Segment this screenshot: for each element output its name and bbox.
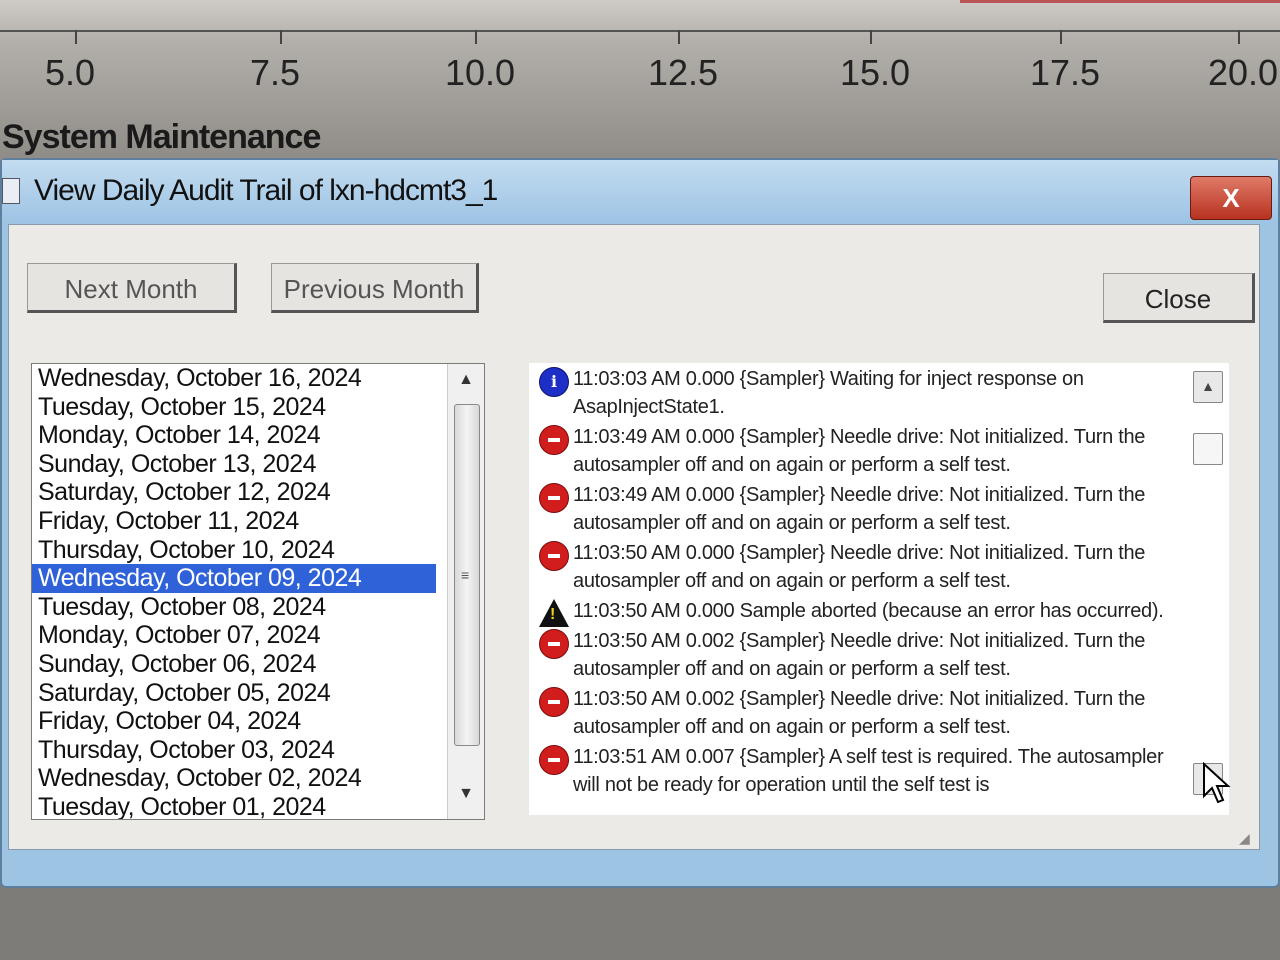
log-entry-text: 11:03:50 AM 0.000 Sample aborted (becaus… bbox=[573, 600, 1164, 622]
axis-tick-label: 20.0 bbox=[1208, 52, 1279, 93]
next-month-button[interactable]: Next Month bbox=[27, 263, 237, 313]
previous-month-button[interactable]: Previous Month bbox=[271, 263, 479, 313]
x-axis bbox=[0, 30, 1280, 32]
log-entry[interactable]: i 11:03:03 AM 0.000 {Sampler} Waiting for… bbox=[529, 365, 1229, 421]
date-list-scrollbar[interactable]: ▲ ≡ ▼ bbox=[447, 364, 484, 819]
axis-tick-label: 17.5 bbox=[1030, 52, 1101, 93]
window-close-button[interactable]: X bbox=[1190, 176, 1272, 220]
log-entry-text: 11:03:50 AM 0.002 {Sampler} Needle drive… bbox=[573, 688, 1146, 738]
log-entry[interactable]: 11:03:50 AM 0.000 {Sampler} Needle drive… bbox=[529, 539, 1229, 595]
log-entry[interactable]: 11:03:50 AM 0.002 {Sampler} Needle drive… bbox=[529, 685, 1229, 741]
date-item[interactable]: Thursday, October 10, 2024 bbox=[32, 536, 436, 565]
log-entry[interactable]: 11:03:49 AM 0.000 {Sampler} Needle drive… bbox=[529, 423, 1229, 479]
audit-trail-dialog: View Daily Audit Trail of lxn-hdcmt3_1 X… bbox=[0, 158, 1280, 888]
log-entry-text: 11:03:49 AM 0.000 {Sampler} Needle drive… bbox=[573, 426, 1146, 476]
date-item[interactable]: Friday, October 04, 2024 bbox=[32, 707, 436, 736]
date-list[interactable]: Wednesday, October 16, 2024 Tuesday, Octo… bbox=[31, 363, 485, 820]
chart-signal-line bbox=[960, 0, 1280, 3]
dialog-body: Next Month Previous Month Close Wednesda… bbox=[8, 224, 1260, 850]
log-entry-text: 11:03:50 AM 0.000 {Sampler} Needle drive… bbox=[573, 542, 1146, 592]
scroll-up-arrow-icon[interactable]: ▲ bbox=[448, 366, 484, 394]
date-item[interactable]: Tuesday, October 01, 2024 bbox=[32, 793, 436, 819]
date-item[interactable]: Tuesday, October 15, 2024 bbox=[32, 393, 436, 422]
scroll-thumb[interactable]: ≡ bbox=[454, 404, 480, 746]
log-scrollbar[interactable]: ▲ ▼ bbox=[1191, 363, 1225, 815]
error-icon bbox=[539, 745, 569, 775]
log-scroll-up-icon[interactable]: ▲ bbox=[1193, 371, 1223, 403]
axis-tick bbox=[280, 30, 282, 44]
axis-tick-label: 7.5 bbox=[250, 52, 301, 93]
log-entry[interactable]: 11:03:50 AM 0.002 {Sampler} Needle drive… bbox=[529, 627, 1229, 683]
log-entry[interactable]: ! 11:03:50 AM 0.000 Sample aborted (becau… bbox=[529, 597, 1229, 627]
title-bar[interactable]: View Daily Audit Trail of lxn-hdcmt3_1 X bbox=[2, 160, 1278, 222]
error-icon bbox=[539, 483, 569, 513]
error-icon bbox=[539, 541, 569, 571]
date-item-selected[interactable]: Wednesday, October 09, 2024 bbox=[32, 564, 436, 593]
log-scroll-thumb[interactable] bbox=[1193, 433, 1223, 465]
warning-icon: ! bbox=[539, 599, 569, 627]
date-item[interactable]: Wednesday, October 16, 2024 bbox=[32, 364, 436, 393]
log-entry[interactable]: 11:03:49 AM 0.000 {Sampler} Needle drive… bbox=[529, 481, 1229, 537]
mouse-cursor-icon bbox=[1203, 762, 1231, 804]
axis-tick-label: 5.0 bbox=[45, 52, 96, 93]
date-item[interactable]: Thursday, October 03, 2024 bbox=[32, 736, 436, 765]
window-icon bbox=[2, 178, 20, 204]
log-entry-text: 11:03:50 AM 0.002 {Sampler} Needle drive… bbox=[573, 630, 1146, 680]
error-icon bbox=[539, 629, 569, 659]
scroll-down-arrow-icon[interactable]: ▼ bbox=[448, 780, 484, 808]
date-item[interactable]: Tuesday, October 08, 2024 bbox=[32, 593, 436, 622]
axis-tick-label: 12.5 bbox=[648, 52, 719, 93]
close-button[interactable]: Close bbox=[1103, 273, 1255, 323]
axis-tick bbox=[678, 30, 680, 44]
audit-log-list[interactable]: i 11:03:03 AM 0.000 {Sampler} Waiting for… bbox=[529, 363, 1229, 815]
axis-tick bbox=[75, 30, 77, 44]
axis-tick-label: 15.0 bbox=[840, 52, 911, 93]
grip-icon: ≡ bbox=[461, 567, 470, 583]
date-item[interactable]: Friday, October 11, 2024 bbox=[32, 507, 436, 536]
error-icon bbox=[539, 425, 569, 455]
resize-grip-icon[interactable]: ◢ bbox=[1239, 829, 1257, 847]
date-item[interactable]: Wednesday, October 02, 2024 bbox=[32, 764, 436, 793]
log-entry-text: 11:03:49 AM 0.000 {Sampler} Needle drive… bbox=[573, 484, 1146, 534]
log-entry-text: 11:03:51 AM 0.007 {Sampler} A self test … bbox=[573, 746, 1164, 796]
date-item[interactable]: Saturday, October 05, 2024 bbox=[32, 679, 436, 708]
info-icon: i bbox=[539, 367, 569, 397]
log-entry-text: 11:03:03 AM 0.000 {Sampler} Waiting for … bbox=[573, 368, 1084, 418]
log-entry[interactable]: 11:03:51 AM 0.007 {Sampler} A self test … bbox=[529, 743, 1229, 799]
axis-tick bbox=[1060, 30, 1062, 44]
date-item[interactable]: Monday, October 07, 2024 bbox=[32, 621, 436, 650]
axis-tick bbox=[475, 30, 477, 44]
date-item[interactable]: Saturday, October 12, 2024 bbox=[32, 478, 436, 507]
background-chart: 5.0 7.5 10.0 12.5 15.0 17.5 20.0 System Mainte… bbox=[0, 0, 1280, 160]
error-icon bbox=[539, 687, 569, 717]
system-maintenance-label: System Maintenance bbox=[2, 118, 321, 156]
log-entries: i 11:03:03 AM 0.000 {Sampler} Waiting for… bbox=[529, 363, 1229, 799]
axis-tick bbox=[1238, 30, 1240, 44]
axis-tick-label: 10.0 bbox=[445, 52, 516, 93]
date-item[interactable]: Sunday, October 06, 2024 bbox=[32, 650, 436, 679]
axis-tick bbox=[870, 30, 872, 44]
date-items: Wednesday, October 16, 2024 Tuesday, Octo… bbox=[32, 364, 484, 819]
date-item[interactable]: Sunday, October 13, 2024 bbox=[32, 450, 436, 479]
window-title: View Daily Audit Trail of lxn-hdcmt3_1 bbox=[34, 174, 498, 207]
date-item[interactable]: Monday, October 14, 2024 bbox=[32, 421, 436, 450]
